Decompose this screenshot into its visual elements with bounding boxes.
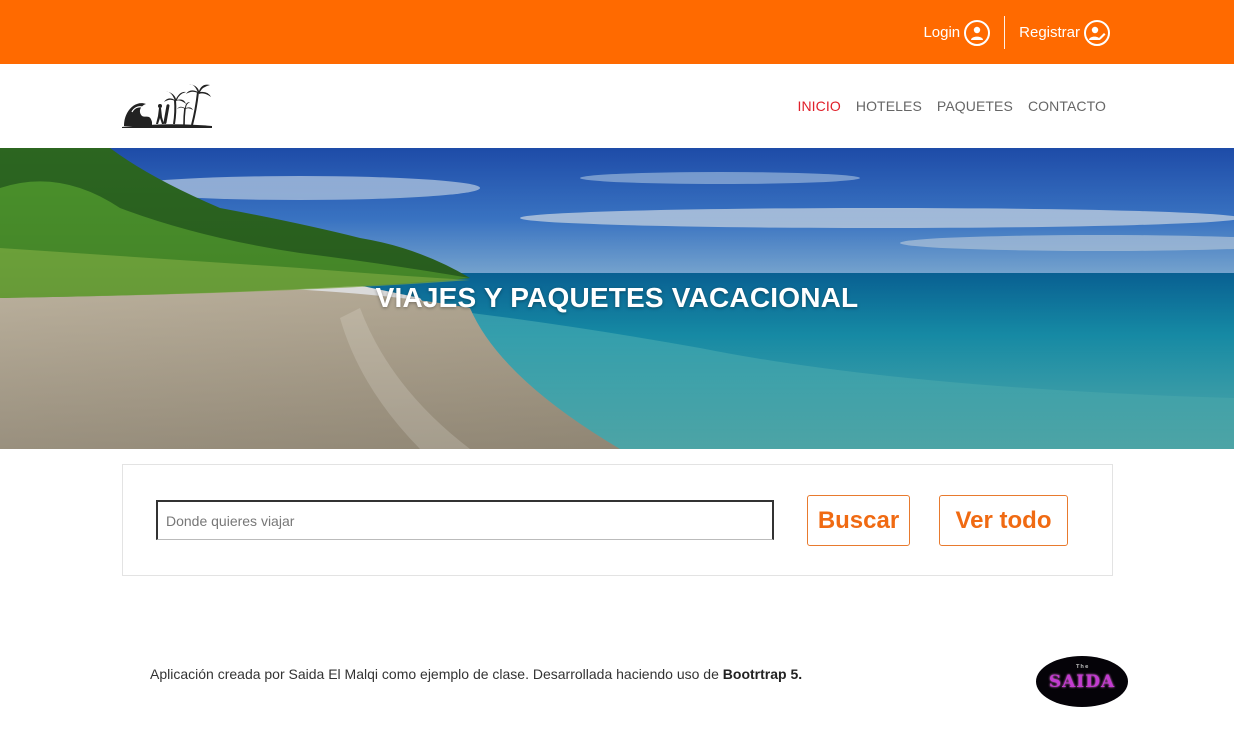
- search-button[interactable]: Buscar: [807, 495, 910, 546]
- view-all-button[interactable]: Ver todo: [939, 495, 1068, 546]
- badge-text: SAIDA: [1048, 671, 1116, 692]
- nav-item-contacto[interactable]: CONTACTO: [1028, 98, 1106, 114]
- badge-small-text: The: [1076, 664, 1090, 670]
- search-input[interactable]: [156, 500, 774, 540]
- hero-title: VIAJES Y PAQUETES VACACIONAL: [375, 282, 859, 313]
- search-card: Buscar Ver todo: [122, 464, 1113, 576]
- main-navbar: INICIO HOTELES PAQUETES CONTACTO: [0, 64, 1234, 148]
- brand-badge-logo: The SAIDA: [1036, 656, 1128, 707]
- login-label: Login: [923, 24, 961, 41]
- nav-item-paquetes[interactable]: PAQUETES: [937, 98, 1013, 114]
- register-label: Registrar: [1019, 24, 1080, 41]
- auth-divider: [1004, 16, 1006, 49]
- user-icon: [964, 19, 991, 46]
- footer-text-bold: Bootrtrap 5.: [722, 666, 803, 682]
- footer-text-prefix: Aplicación creada por Saida El Malqi com…: [150, 666, 723, 682]
- hero-banner: VIAJES Y PAQUETES VACACIONAL: [0, 148, 1234, 449]
- login-link[interactable]: Login: [923, 19, 991, 46]
- nav-item-hoteles[interactable]: HOTELES: [856, 98, 922, 114]
- beach-surfer-logo[interactable]: [122, 82, 214, 130]
- register-link[interactable]: Registrar: [1019, 19, 1110, 46]
- auth-links: Login Registrar: [923, 16, 1110, 49]
- top-bar: Login Registrar: [0, 0, 1234, 64]
- nav-menu: INICIO HOTELES PAQUETES CONTACTO: [797, 98, 1106, 114]
- user-edit-icon: [1084, 19, 1110, 46]
- footer-text: Aplicación creada por Saida El Malqi com…: [150, 666, 802, 682]
- nav-item-inicio[interactable]: INICIO: [797, 98, 840, 114]
